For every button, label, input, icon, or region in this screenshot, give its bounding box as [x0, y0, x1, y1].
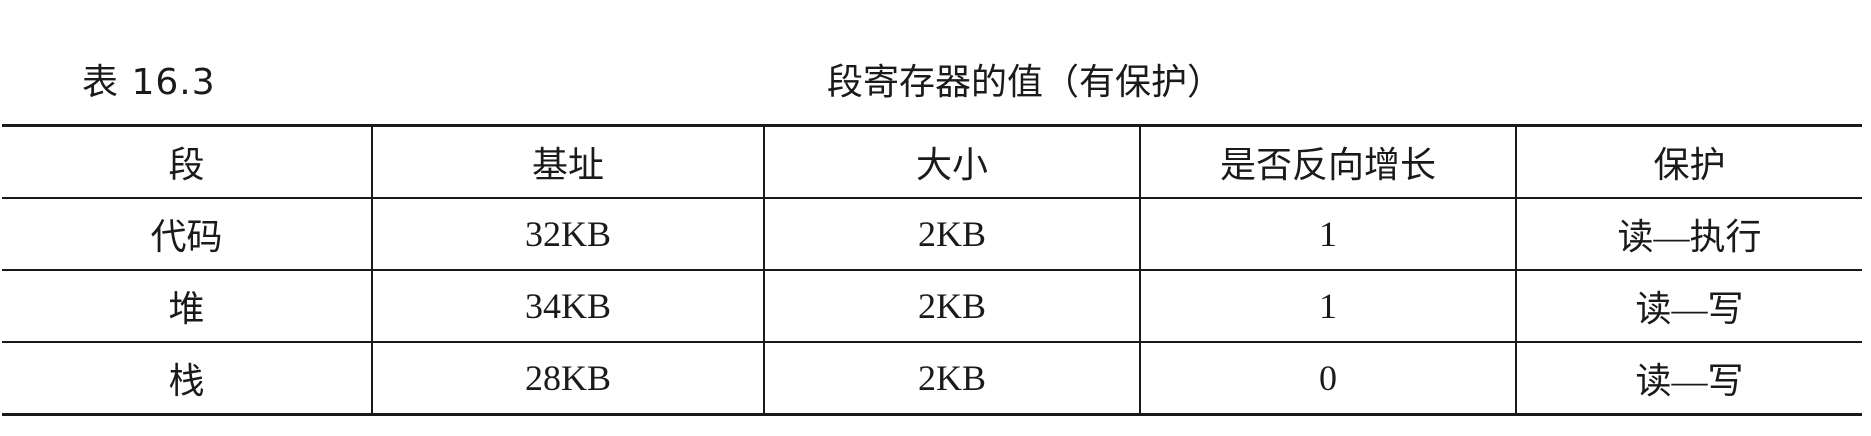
header-grows-negative: 是否反向增长	[1139, 125, 1517, 198]
cell-protection: 读—写	[1515, 342, 1862, 415]
table-header-row: 段 基址 大小 是否反向增长 保护	[2, 125, 1862, 198]
header-size: 大小	[763, 125, 1141, 198]
cell-segment: 代码	[2, 198, 373, 270]
cell-size: 2KB	[763, 270, 1141, 342]
header-base: 基址	[371, 125, 765, 198]
cell-size: 2KB	[763, 342, 1141, 415]
cell-protection: 读—执行	[1515, 198, 1862, 270]
header-protection: 保护	[1515, 125, 1862, 198]
cell-base: 34KB	[371, 270, 765, 342]
cell-protection: 读—写	[1515, 270, 1862, 342]
table-row: 堆 34KB 2KB 1 读—写	[2, 270, 1862, 342]
cell-segment: 栈	[2, 342, 373, 415]
segment-register-table: 段 基址 大小 是否反向增长 保护 代码 32KB 2KB 1 读—执行 堆 3…	[2, 124, 1862, 416]
cell-grows-negative: 0	[1139, 342, 1517, 415]
cell-segment: 堆	[2, 270, 373, 342]
cell-grows-negative: 1	[1139, 270, 1517, 342]
cell-grows-negative: 1	[1139, 198, 1517, 270]
table-title: 段寄存器的值（有保护）	[826, 62, 1223, 103]
cell-size: 2KB	[763, 198, 1141, 270]
table-row: 栈 28KB 2KB 0 读—写	[2, 342, 1862, 415]
table-caption: 表 16.3 段寄存器的值（有保护）	[0, 58, 1860, 108]
cell-base: 32KB	[371, 198, 765, 270]
cell-base: 28KB	[371, 342, 765, 415]
header-segment: 段	[2, 125, 373, 198]
table-row: 代码 32KB 2KB 1 读—执行	[2, 198, 1862, 270]
